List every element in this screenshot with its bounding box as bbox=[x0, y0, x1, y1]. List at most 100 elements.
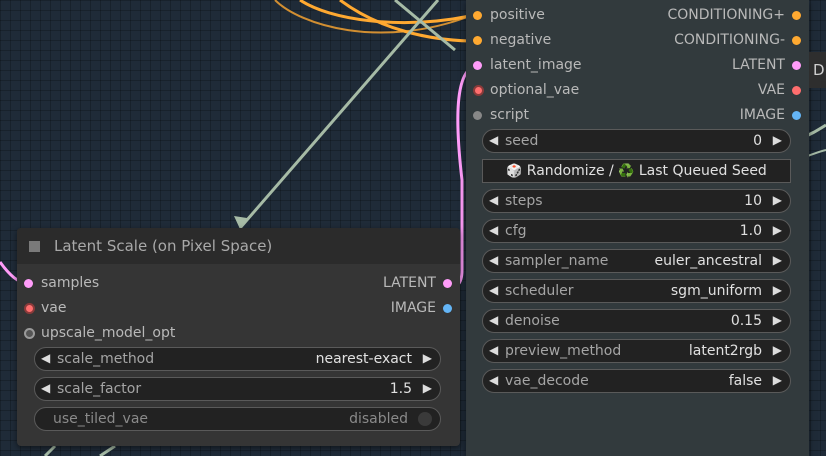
graph-canvas[interactable]: positive CONDITIONING+ negative CONDITIO… bbox=[0, 0, 826, 456]
input-positive[interactable]: positive CONDITIONING+ bbox=[466, 6, 809, 26]
widget-name: scheduler bbox=[505, 283, 574, 299]
increment-arrow-icon[interactable]: ▶ bbox=[773, 193, 782, 207]
output-label: LATENT bbox=[382, 275, 436, 291]
image-output-slot-dot[interactable] bbox=[792, 111, 801, 120]
conditioning-minus-slot-dot[interactable] bbox=[792, 36, 801, 45]
scheduler-widget[interactable]: ◀ scheduler sgm_uniform ▶ bbox=[482, 279, 791, 303]
increment-arrow-icon[interactable]: ▶ bbox=[773, 133, 782, 147]
preview-method-widget[interactable]: ◀ preview_method latent2rgb ▶ bbox=[482, 339, 791, 363]
output-label: IMAGE bbox=[739, 107, 785, 123]
input-optional-vae[interactable]: optional_vae VAE bbox=[466, 81, 809, 101]
previous-arrow-icon[interactable]: ◀ bbox=[489, 253, 498, 267]
input-label: samples bbox=[41, 275, 100, 291]
input-script[interactable]: script IMAGE bbox=[466, 106, 809, 126]
widget-name: seed bbox=[505, 133, 539, 149]
increment-arrow-icon[interactable]: ▶ bbox=[423, 381, 432, 395]
side-node-tab[interactable]: D bbox=[809, 52, 826, 88]
previous-arrow-icon[interactable]: ◀ bbox=[41, 351, 50, 365]
increment-arrow-icon[interactable]: ▶ bbox=[773, 313, 782, 327]
previous-arrow-icon[interactable]: ◀ bbox=[489, 373, 498, 387]
widget-name: scale_factor bbox=[57, 381, 142, 397]
output-label: VAE bbox=[757, 82, 785, 98]
sampler-name-widget[interactable]: ◀ sampler_name euler_ancestral ▶ bbox=[482, 249, 791, 273]
previous-arrow-icon[interactable]: ◀ bbox=[489, 283, 498, 297]
widget-value: nearest-exact bbox=[315, 351, 412, 367]
input-vae[interactable]: vae IMAGE bbox=[17, 299, 460, 319]
decrement-arrow-icon[interactable]: ◀ bbox=[489, 223, 498, 237]
cfg-widget[interactable]: ◀ cfg 1.0 ▶ bbox=[482, 219, 791, 243]
latent-scale-node[interactable]: Latent Scale (on Pixel Space) samples LA… bbox=[17, 228, 460, 446]
increment-arrow-icon[interactable]: ▶ bbox=[773, 223, 782, 237]
latent-image-slot-dot[interactable] bbox=[473, 61, 482, 70]
decrement-arrow-icon[interactable]: ◀ bbox=[489, 133, 498, 147]
widget-value: euler_ancestral bbox=[654, 253, 762, 269]
denoise-widget[interactable]: ◀ denoise 0.15 ▶ bbox=[482, 309, 791, 333]
widget-name: cfg bbox=[505, 223, 527, 239]
wire-conditioning-1 bbox=[299, 0, 471, 24]
vae-output-slot-dot[interactable] bbox=[792, 86, 801, 95]
decrement-arrow-icon[interactable]: ◀ bbox=[489, 193, 498, 207]
next-arrow-icon[interactable]: ▶ bbox=[423, 351, 432, 365]
output-label: CONDITIONING+ bbox=[667, 7, 785, 23]
ksampler-node[interactable]: positive CONDITIONING+ negative CONDITIO… bbox=[466, 0, 809, 456]
latent-output-slot-dot[interactable] bbox=[443, 279, 452, 288]
input-upscale-model-opt[interactable]: upscale_model_opt bbox=[17, 324, 460, 344]
samples-slot-dot[interactable] bbox=[24, 279, 33, 288]
widget-name: scale_method bbox=[57, 351, 155, 367]
conditioning-plus-slot-dot[interactable] bbox=[792, 11, 801, 20]
widget-name: use_tiled_vae bbox=[53, 411, 149, 427]
button-label-left: Randomize / bbox=[526, 163, 614, 179]
previous-arrow-icon[interactable]: ◀ bbox=[489, 343, 498, 357]
positive-slot-dot[interactable] bbox=[473, 11, 482, 20]
use-tiled-vae-toggle[interactable]: use_tiled_vae disabled bbox=[34, 407, 441, 431]
input-label: positive bbox=[490, 7, 545, 23]
input-label: optional_vae bbox=[490, 82, 580, 98]
script-slot-dot[interactable] bbox=[473, 111, 482, 120]
upscale-model-slot-dot[interactable] bbox=[24, 328, 35, 339]
node-title: Latent Scale (on Pixel Space) bbox=[54, 237, 273, 255]
widget-name: vae_decode bbox=[505, 373, 589, 389]
widget-value: 10 bbox=[744, 193, 762, 209]
widget-value: 1.0 bbox=[739, 223, 762, 239]
toggle-knob-icon[interactable] bbox=[418, 412, 432, 426]
input-label: vae bbox=[41, 300, 67, 316]
widget-value: false bbox=[728, 373, 762, 389]
seed-widget[interactable]: ◀ seed 0 ▶ bbox=[482, 129, 791, 153]
next-arrow-icon[interactable]: ▶ bbox=[773, 283, 782, 297]
randomize-seed-button[interactable]: 🎲 Randomize / ♻️ Last Queued Seed bbox=[482, 159, 791, 183]
collapse-toggle-icon[interactable] bbox=[29, 241, 40, 252]
button-label-right: Last Queued Seed bbox=[638, 163, 767, 179]
input-negative[interactable]: negative CONDITIONING- bbox=[466, 31, 809, 51]
input-label: script bbox=[490, 107, 530, 123]
next-arrow-icon[interactable]: ▶ bbox=[773, 343, 782, 357]
vae-decode-widget[interactable]: ◀ vae_decode false ▶ bbox=[482, 369, 791, 393]
output-label: CONDITIONING- bbox=[674, 32, 785, 48]
optional-vae-slot-dot[interactable] bbox=[473, 85, 484, 96]
recycle-icon: ♻️ bbox=[618, 164, 635, 179]
decrement-arrow-icon[interactable]: ◀ bbox=[489, 313, 498, 327]
latent-output-slot-dot[interactable] bbox=[792, 61, 801, 70]
widget-name: sampler_name bbox=[505, 253, 609, 269]
input-samples[interactable]: samples LATENT bbox=[17, 274, 460, 294]
decrement-arrow-icon[interactable]: ◀ bbox=[41, 381, 50, 395]
node-title-bar[interactable]: Latent Scale (on Pixel Space) bbox=[17, 228, 460, 264]
widget-value: sgm_uniform bbox=[670, 283, 762, 299]
next-arrow-icon[interactable]: ▶ bbox=[773, 253, 782, 267]
negative-slot-dot[interactable] bbox=[473, 36, 482, 45]
wire-conditioning-3 bbox=[274, 0, 471, 34]
image-output-slot-dot[interactable] bbox=[443, 304, 452, 313]
steps-widget[interactable]: ◀ steps 10 ▶ bbox=[482, 189, 791, 213]
input-label: upscale_model_opt bbox=[41, 325, 176, 341]
wire-image-5 bbox=[43, 444, 57, 456]
widget-value: latent2rgb bbox=[688, 343, 762, 359]
input-latent-image[interactable]: latent_image LATENT bbox=[466, 56, 809, 76]
vae-slot-dot[interactable] bbox=[24, 303, 35, 314]
scale-method-widget[interactable]: ◀ scale_method nearest-exact ▶ bbox=[34, 347, 441, 371]
input-label: negative bbox=[490, 32, 552, 48]
widget-value: 0.15 bbox=[730, 313, 762, 329]
wire-image-1 bbox=[238, 0, 440, 229]
widget-value: 0 bbox=[753, 133, 762, 149]
scale-factor-widget[interactable]: ◀ scale_factor 1.5 ▶ bbox=[34, 377, 441, 401]
output-label: IMAGE bbox=[390, 300, 436, 316]
next-arrow-icon[interactable]: ▶ bbox=[773, 373, 782, 387]
